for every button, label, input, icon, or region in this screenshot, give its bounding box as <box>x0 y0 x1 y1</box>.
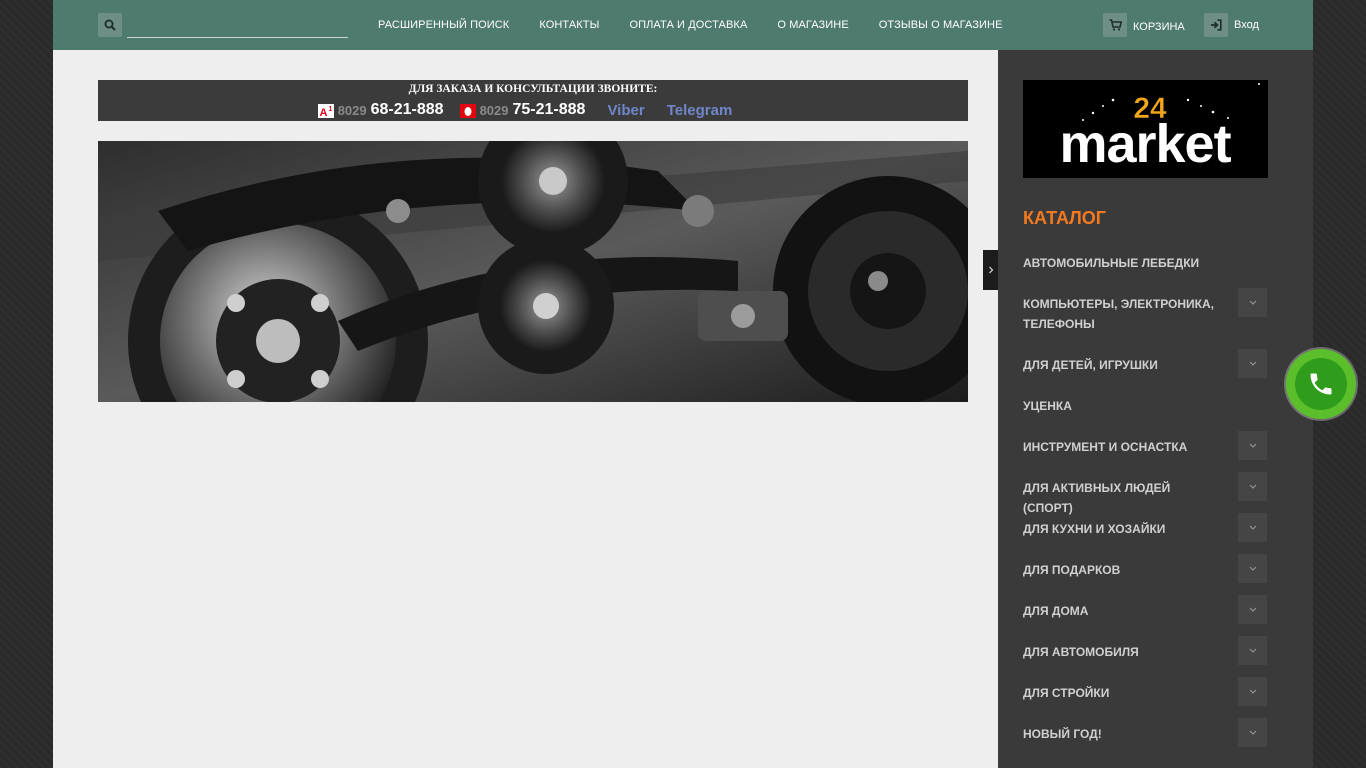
phone-number: 75-21-888 <box>512 101 586 118</box>
store-logo[interactable]: 24 market <box>1023 80 1268 178</box>
logo-text: market <box>1059 114 1231 174</box>
catalog-list: АВТОМОБИЛЬНЫЕ ЛЕБЕДКИ КОМПЬЮТЕРЫ, ЭЛЕКТР… <box>1023 245 1268 757</box>
expand-button[interactable] <box>1238 718 1267 747</box>
search-icon <box>104 19 116 31</box>
chevron-down-icon <box>1249 443 1256 448</box>
main-nav: РАСШИРЕННЫЙ ПОИСК КОНТАКТЫ ОПЛАТА И ДОСТ… <box>378 0 1033 50</box>
sign-in-icon <box>1211 19 1222 31</box>
top-navigation-bar: РАСШИРЕННЫЙ ПОИСК КОНТАКТЫ ОПЛАТА И ДОСТ… <box>53 0 1313 50</box>
catalog-item[interactable]: ИНСТРУМЕНТ И ОСНАСТКА <box>1023 429 1268 470</box>
catalog-title: КАТАЛОГ <box>1023 208 1107 228</box>
catalog-item[interactable]: ДЛЯ СТРОЙКИ <box>1023 675 1268 716</box>
chevron-down-icon <box>1249 300 1256 305</box>
expand-button[interactable] <box>1238 288 1267 317</box>
catalog-item-label: ДЛЯ ДЕТЕЙ, ИГРУШКИ <box>1023 358 1158 372</box>
catalog-item[interactable]: ДЛЯ ПОДАРКОВ <box>1023 552 1268 593</box>
catalog-item[interactable]: ДЛЯ ДОМА <box>1023 593 1268 634</box>
cart-icon-box <box>1103 13 1127 37</box>
chevron-down-icon <box>1249 484 1256 489</box>
call-back-button[interactable] <box>1286 349 1356 419</box>
catalog-item[interactable]: ДЛЯ АВТОМОБИЛЯ <box>1023 634 1268 675</box>
a1-logo-icon: A 1 <box>317 104 334 118</box>
expand-button[interactable] <box>1238 677 1267 706</box>
nav-contacts[interactable]: КОНТАКТЫ <box>539 19 599 31</box>
expand-button[interactable] <box>1238 472 1267 501</box>
sidebar-toggle-button[interactable] <box>983 250 998 290</box>
expand-button[interactable] <box>1238 349 1267 378</box>
contact-title: ДЛЯ ЗАКАЗА И КОНСУЛЬТАЦИИ ЗВОНИТЕ: <box>408 83 658 95</box>
catalog-item-label: КОМПЬЮТЕРЫ, ЭЛЕКТРОНИКА, ТЕЛЕФОНЫ <box>1023 297 1214 331</box>
catalog-item-label: ДЛЯ КУХНИ И ХОЗАЙКИ <box>1023 522 1166 536</box>
phone-number: 68-21-888 <box>370 101 444 118</box>
catalog-item-label: ДЛЯ ДОМА <box>1023 604 1089 618</box>
chevron-down-icon <box>1249 607 1256 612</box>
chevron-down-icon <box>1249 648 1256 653</box>
chevron-right-icon <box>988 266 993 274</box>
svg-text:A: A <box>319 107 327 118</box>
chevron-down-icon <box>1249 730 1256 735</box>
phone-code: 8029 <box>337 102 367 118</box>
catalog-item[interactable]: УЦЕНКА <box>1023 388 1268 429</box>
catalog-item-label: ДЛЯ СТРОЙКИ <box>1023 686 1110 700</box>
search-input[interactable] <box>127 12 348 38</box>
catalog-item[interactable]: ДЛЯ ДЕТЕЙ, ИГРУШКИ <box>1023 347 1268 388</box>
search-button[interactable] <box>98 13 122 37</box>
catalog-item-label: ИНСТРУМЕНТ И ОСНАСТКА <box>1023 440 1188 454</box>
mts-logo-icon <box>459 104 476 118</box>
call-button-inner <box>1295 358 1347 410</box>
chevron-down-icon <box>1249 566 1256 571</box>
chevron-down-icon <box>1249 361 1256 366</box>
phone-mts[interactable]: 8029 75-21-888 <box>459 101 586 119</box>
login-label: Вход <box>1234 19 1259 31</box>
phone-a1[interactable]: A 1 8029 68-21-888 <box>317 101 444 119</box>
catalog-item-label: АВТОМОБИЛЬНЫЕ ЛЕБЕДКИ <box>1023 256 1200 270</box>
viber-link[interactable]: Viber <box>607 102 644 119</box>
chevron-down-icon <box>1249 689 1256 694</box>
nav-about-store[interactable]: О МАГАЗИНЕ <box>777 19 848 31</box>
catalog-item[interactable]: ДЛЯ АКТИВНЫХ ЛЮДЕЙ (СПОРТ) <box>1023 470 1268 515</box>
expand-button[interactable] <box>1238 595 1267 624</box>
hero-banner-image[interactable] <box>98 141 968 402</box>
expand-button[interactable] <box>1238 431 1267 460</box>
catalog-item[interactable]: АВТОМОБИЛЬНЫЕ ЛЕБЕДКИ <box>1023 245 1268 286</box>
contact-bar: ДЛЯ ЗАКАЗА И КОНСУЛЬТАЦИИ ЗВОНИТЕ: A 1 8… <box>98 80 968 121</box>
phone-code: 8029 <box>479 102 509 118</box>
catalog-item-label: ДЛЯ ПОДАРКОВ <box>1023 563 1121 577</box>
catalog-item[interactable]: ДЛЯ КУХНИ И ХОЗАЙКИ <box>1023 511 1268 552</box>
login-button[interactable]: Вход <box>1204 13 1259 37</box>
nav-payment-delivery[interactable]: ОПЛАТА И ДОСТАВКА <box>629 19 747 31</box>
telegram-link[interactable]: Telegram <box>667 102 733 119</box>
login-icon-box <box>1204 13 1228 37</box>
cart-button[interactable]: КОРЗИНА <box>1103 13 1185 37</box>
catalog-item-label: НОВЫЙ ГОД! <box>1023 727 1102 741</box>
expand-button[interactable] <box>1238 636 1267 665</box>
chevron-down-icon <box>1249 525 1256 530</box>
cart-icon <box>1109 19 1122 31</box>
catalog-item[interactable]: НОВЫЙ ГОД! <box>1023 716 1268 757</box>
sidebar: 24 market КАТАЛОГ АВТОМОБИЛЬНЫЕ ЛЕБЕДКИ … <box>998 50 1313 768</box>
catalog-item-label: УЦЕНКА <box>1023 399 1072 413</box>
phone-icon <box>1310 373 1332 395</box>
catalog-item[interactable]: КОМПЬЮТЕРЫ, ЭЛЕКТРОНИКА, ТЕЛЕФОНЫ <box>1023 286 1268 347</box>
svg-text:1: 1 <box>328 106 332 113</box>
cart-label: КОРЗИНА <box>1133 21 1185 33</box>
expand-button[interactable] <box>1238 513 1267 542</box>
nav-advanced-search[interactable]: РАСШИРЕННЫЙ ПОИСК <box>378 19 509 31</box>
nav-store-reviews[interactable]: ОТЗЫВЫ О МАГАЗИНЕ <box>879 19 1003 31</box>
engine-belt-image <box>98 141 968 402</box>
catalog-item-label: ДЛЯ АВТОМОБИЛЯ <box>1023 645 1139 659</box>
page-wrapper: РАСШИРЕННЫЙ ПОИСК КОНТАКТЫ ОПЛАТА И ДОСТ… <box>53 0 1313 768</box>
store-logo-image: 24 market <box>1023 80 1268 178</box>
phone-list: A 1 8029 68-21-888 8029 75-21-888 Viber … <box>98 101 968 119</box>
expand-button[interactable] <box>1238 554 1267 583</box>
